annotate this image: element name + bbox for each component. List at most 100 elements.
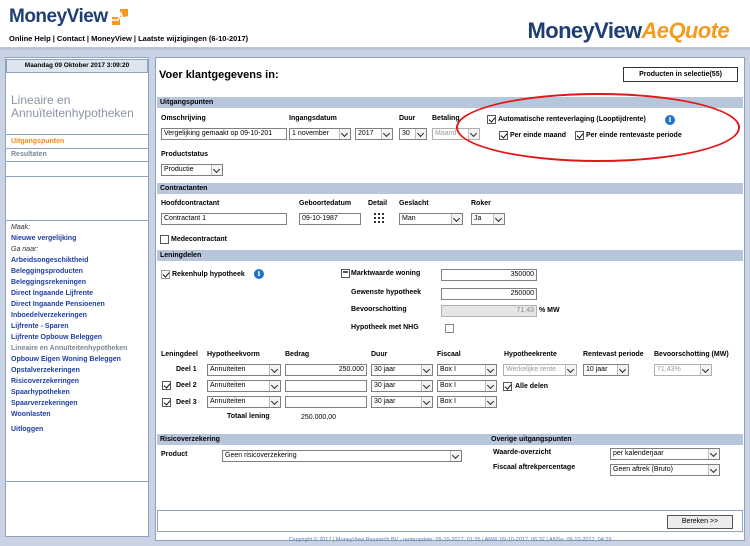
sidebar-divider <box>6 176 148 177</box>
hoofdcontractant-input[interactable]: Contractant 1 <box>161 213 287 225</box>
betaling-label: Betaling <box>432 115 460 122</box>
deel-1-hypotheekvorm-select[interactable]: Annuïteiten <box>207 364 281 376</box>
risicoverzekering-title: Risicoverzekering <box>160 436 220 443</box>
geslacht-select[interactable]: Man <box>399 213 463 225</box>
deel-1-fiscaal-select[interactable]: Box I <box>437 364 497 376</box>
section-leningdelen: Leningdelen <box>157 250 743 261</box>
deel-2-bedrag-input[interactable] <box>285 380 367 392</box>
sidebar-item-direct-ingaande-pensioenen[interactable]: Direct Ingaande Pensioenen <box>11 301 105 308</box>
chevron-down-icon <box>421 381 432 391</box>
chevron-down-icon <box>421 365 432 375</box>
sidebar-item-risicoverzekeringen[interactable]: Risicoverzekeringen <box>11 378 79 385</box>
sidebar-item-beleggingsrekeningen[interactable]: Beleggingsrekeningen <box>11 279 86 286</box>
hoofdcontractant-label: Hoofdcontractant <box>161 200 220 207</box>
col-hypotheekvorm: Hypotheekvorm <box>207 351 260 358</box>
footer-copyright: Copyright © 2017 | MoneyView Research BV… <box>288 537 612 543</box>
deel-2-hypotheekvorm-select[interactable]: Annuïteiten <box>207 380 281 392</box>
alle-delen-label: Alle delen <box>515 383 549 390</box>
products-in-selection-button[interactable]: Producten in selectie(55) <box>623 67 738 82</box>
bevoorschotting-label: Bevoorschotting <box>351 306 407 313</box>
deel-1-hypotheekrente-select[interactable]: Werkelijke rente <box>503 364 577 376</box>
sidebar-item-opbouw-eigen-woning[interactable]: Opbouw Eigen Woning Beleggen <box>11 356 121 363</box>
nhg-checkbox[interactable] <box>445 324 454 333</box>
deel-3-checkbox[interactable] <box>162 398 171 407</box>
marktwaarde-input[interactable]: 350000 <box>441 269 537 281</box>
chevron-down-icon <box>269 381 280 391</box>
deel-3-hypotheekvorm-select[interactable]: Annuïteiten <box>207 396 281 408</box>
roker-select[interactable]: Ja <box>471 213 505 225</box>
sidebar-item-spaarhypotheken[interactable]: Spaarhypotheken <box>11 389 70 396</box>
deel-1-bedrag-input[interactable]: 250.000 <box>285 364 367 376</box>
omschrijving-input[interactable]: Vergelijking gemaakt op 09-10-201 <box>161 128 287 140</box>
top-links[interactable]: Online Help | Contact | MoneyView | Laat… <box>9 34 248 43</box>
sidebar-item-woonlasten[interactable]: Woonlasten <box>11 411 51 418</box>
action-bar <box>157 510 743 532</box>
start-month-select[interactable]: 1 november <box>289 128 351 140</box>
sidebar-item-spaarverzekeringen[interactable]: Spaarverzekeringen <box>11 400 78 407</box>
deel-1-rentevast-select[interactable]: 10 jaar <box>583 364 629 376</box>
col-fiscaal: Fiscaal <box>437 351 461 358</box>
medecontractant-checkbox[interactable] <box>160 235 169 244</box>
chevron-down-icon <box>700 365 711 375</box>
col-duur: Duur <box>371 351 388 358</box>
sidebar-item-uitgangspunten[interactable]: Uitgangspunten <box>11 138 64 145</box>
moneyview-aequote-brand: MoneyViewAeQuote <box>527 18 730 43</box>
gewenste-hypotheek-input[interactable]: 250000 <box>441 288 537 300</box>
sidebar-divider <box>6 148 148 149</box>
sidebar-item-lijfrente-opbouw-beleggen[interactable]: Lijfrente Opbouw Beleggen <box>11 334 102 341</box>
nhg-label: Hypotheek met NHG <box>351 324 419 331</box>
productstatus-select[interactable]: Productie <box>161 164 223 176</box>
deel-3-fiscaal-select[interactable]: Box I <box>437 396 497 408</box>
deel-3-duur-select[interactable]: 30 jaar <box>371 396 433 408</box>
waarde-overzicht-select[interactable]: per kalenderjaar <box>610 448 720 460</box>
sidebar-item-inboedelverzekeringen[interactable]: Inboedelverzekeringen <box>11 312 87 319</box>
col-hypotheekrente: Hypotheekrente <box>504 351 557 358</box>
highlight-ellipse <box>456 93 740 162</box>
productstatus-label: Productstatus <box>161 151 209 158</box>
start-year-select[interactable]: 2017 <box>355 128 393 140</box>
sidebar-product-title: Lineaire en Annuïteitenhypotheken <box>11 93 134 120</box>
gewenste-hypotheek-label: Gewenste hypotheek <box>351 289 422 296</box>
chevron-down-icon <box>617 365 628 375</box>
sidebar-item-resultaten[interactable]: Resultaten <box>11 151 47 158</box>
deel-1-duur-select[interactable]: 30 jaar <box>371 364 433 376</box>
duration-select[interactable]: 30 <box>399 128 427 140</box>
col-leningdeel: Leningdeel <box>161 351 198 358</box>
sidebar-item-lineaire-annuiteitenhypotheken[interactable]: Lineaire en Annuïteitenhypotheken <box>11 345 127 352</box>
calculator-icon[interactable] <box>341 269 350 278</box>
grid-detail-icon[interactable] <box>374 213 384 223</box>
deel-1-bevoorschotting-select[interactable]: 71,43% <box>654 364 712 376</box>
sidebar-item-new-comparison[interactable]: Nieuwe vergelijking <box>11 235 76 242</box>
alle-delen-checkbox[interactable] <box>503 382 512 391</box>
deel-2-duur-select[interactable]: 30 jaar <box>371 380 433 392</box>
sidebar-item-uitloggen[interactable]: Uitloggen <box>11 426 43 433</box>
sidebar-divider <box>6 161 148 162</box>
detail-label: Detail <box>368 200 388 207</box>
deel-2-fiscaal-select[interactable]: Box I <box>437 380 497 392</box>
chevron-down-icon <box>381 129 392 139</box>
overige-uitgangspunten-title: Overige uitgangspunten <box>491 436 572 443</box>
sidebar-item-opstalverzekeringen[interactable]: Opstalverzekeringen <box>11 367 80 374</box>
deel-3-bedrag-input[interactable] <box>285 396 367 408</box>
col-rentevast: Rentevast periode <box>583 351 644 358</box>
fiscaal-aftrek-label: Fiscaal aftrekpercentage <box>493 464 576 471</box>
totaal-lening-value: 250.000,00 <box>301 414 337 421</box>
sidebar-item-beleggingsproducten[interactable]: Beleggingsproducten <box>11 268 83 275</box>
bereken-button[interactable]: Bereken >> <box>667 515 733 529</box>
rekenhulp-checkbox[interactable] <box>161 270 170 279</box>
totaal-lening-label: Totaal lening <box>227 413 270 420</box>
deel-2-checkbox[interactable] <box>162 381 171 390</box>
chevron-down-icon <box>415 129 426 139</box>
chevron-down-icon <box>269 397 280 407</box>
fiscaal-aftrek-select[interactable]: Geen aftrek (Bruto) <box>610 464 720 476</box>
sidebar-item-direct-ingaande-lijfrente[interactable]: Direct Ingaande Lijfrente <box>11 290 93 297</box>
bevoorschotting-value: 71,43 <box>441 305 537 317</box>
sidebar-item-lijfrente-sparen[interactable]: Lijfrente - Sparen <box>11 323 69 330</box>
sidebar-item-arbeidsongeschiktheid[interactable]: Arbeidsongeschiktheid <box>11 257 88 264</box>
sidebar-datetime: Maandag 09 Oktober 2017 3:09:20 <box>6 59 148 73</box>
risicoverzekering-product-select[interactable]: Geen risicoverzekering <box>222 450 462 462</box>
section-contractanten: Contractanten <box>157 183 743 194</box>
sidebar-divider <box>6 134 148 135</box>
info-icon[interactable]: i <box>254 269 264 279</box>
geboortedatum-input[interactable]: 09-10-1987 <box>299 213 361 225</box>
